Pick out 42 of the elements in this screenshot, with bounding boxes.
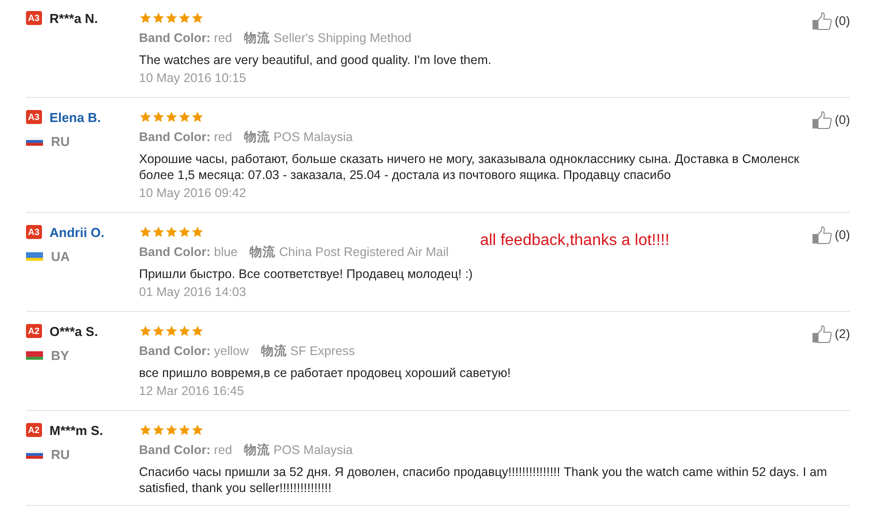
review-text: The watches are very beautiful, and good quality. I'm love them. xyxy=(139,52,492,68)
review-text: Хорошие часы, работают, больше сказать ничего не могу, заказывала однокласснику сына. Доставка в Смоленск более 1,5 месяца: 07.03 - заказала, 25.04 - достала из почтового ящика. Продавцу спасибо xyxy=(139,151,800,183)
review-text: Спасибо часы пришли за 52 дня. Я доволен, спасибо продавцу!!!!!!!!!!!!!!! Thank you the watch came within 52 days. I am satisfied, thank you seller!!!!!!!!!!!!!!! xyxy=(139,464,828,496)
thumbs-up-icon xyxy=(812,111,832,129)
level-badge: A2 xyxy=(26,423,42,437)
reviewer-name: R***a N. xyxy=(50,10,98,26)
review-date: 01 May 2016 14:03 xyxy=(139,285,248,301)
like-button[interactable]: (0) xyxy=(812,12,850,30)
band-color-info: Band Color: red xyxy=(139,31,232,45)
level-badge: A3 xyxy=(26,225,42,239)
review-text: Пришли быстро. Все соответствуе! Продавец молодец! :) xyxy=(139,266,474,282)
shipping-info: 物流 China Post Registered Air Mail xyxy=(250,244,449,260)
reviewer-link[interactable]: Elena B. xyxy=(50,110,101,124)
level-badge: A3 xyxy=(26,110,42,124)
country-code: UA xyxy=(51,248,70,264)
band-color-info: Band Color: blue xyxy=(139,245,238,259)
review-date: 12 Mar 2016 16:45 xyxy=(139,384,245,400)
band-color-info: Band Color: red xyxy=(139,130,232,144)
reviewer-link[interactable]: Andrii O. xyxy=(50,224,104,240)
thumbs-up-icon xyxy=(812,325,832,343)
like-button[interactable]: (0) xyxy=(812,226,850,244)
thumbs-up-icon xyxy=(812,12,832,30)
review-text: все пришло вовремя,в се работает продовец хороший саветую! xyxy=(139,365,512,381)
country-code: RU xyxy=(51,134,70,148)
shipping-info: 物流 Seller's Shipping Method xyxy=(244,30,412,46)
review-date: 10 May 2016 10:15 xyxy=(139,71,248,87)
level-badge: A2 xyxy=(26,324,42,338)
review-date: 10 May 2016 09:42 xyxy=(139,186,248,202)
shipping-info: 物流 POS Malaysia xyxy=(244,128,353,146)
like-button[interactable]: (2) xyxy=(812,325,850,343)
reviewer-name: M***m S. xyxy=(50,422,103,438)
level-badge: A3 xyxy=(26,11,42,25)
thumbs-up-icon xyxy=(812,226,832,244)
band-color-info: Band Color: red xyxy=(139,443,232,457)
shipping-info: 物流 SF Express xyxy=(260,342,355,360)
feedback-note: all feedback,thanks a lot!!!! xyxy=(480,232,670,250)
country-code: BY xyxy=(51,348,70,362)
band-color-info: Band Color: yellow xyxy=(139,344,249,358)
reviewer-name: O***a S. xyxy=(50,324,98,338)
shipping-info: 物流 POS Malaysia xyxy=(244,442,353,458)
country-code: RU xyxy=(51,446,70,462)
like-button[interactable]: (0) xyxy=(812,111,850,129)
